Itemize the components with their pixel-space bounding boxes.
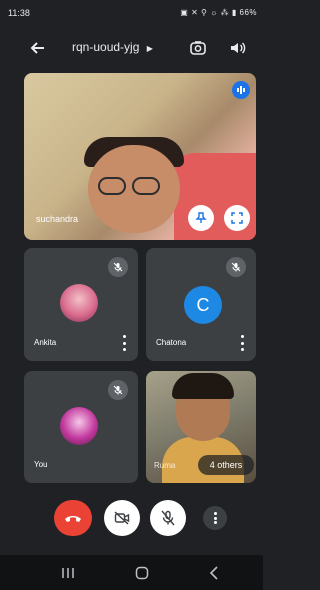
camera-off-icon [114, 511, 130, 525]
recent-apps-icon[interactable] [56, 563, 80, 583]
speaker-icon[interactable] [226, 36, 250, 60]
nav-back-icon[interactable] [202, 563, 226, 583]
pin-icon[interactable] [188, 205, 214, 231]
mic-toggle-button[interactable] [150, 500, 186, 536]
back-arrow-icon[interactable] [24, 36, 52, 60]
chevron-right-icon: ▶ [146, 44, 153, 53]
participant-tile-others[interactable]: Ruma 4 others [146, 371, 256, 483]
top-bar: rqn-uoud-yjg ▶ [0, 26, 263, 70]
fullscreen-icon[interactable] [224, 205, 250, 231]
mic-off-icon [226, 257, 246, 277]
more-vert-icon [213, 512, 217, 524]
status-time: 11:38 [8, 8, 30, 18]
participant-name: Ruma [154, 461, 176, 470]
home-icon[interactable] [130, 563, 154, 583]
more-options-button[interactable] [203, 506, 227, 530]
system-nav-bar [0, 555, 263, 590]
avatar [60, 284, 98, 322]
call-controls [0, 498, 263, 538]
participant-name: You [34, 460, 48, 469]
participant-name: Chatona [156, 338, 187, 347]
main-participant-name: suchandra [36, 214, 79, 224]
participant-tile-ankita[interactable]: Ankita [24, 248, 138, 361]
mic-off-icon [161, 510, 175, 526]
meeting-code: rqn-uoud-yjg [72, 40, 140, 54]
video-hair [172, 373, 234, 399]
status-bar: 11:38 ▣ ✕ ⚲ ☼ ⁂ ▮ 66% [0, 0, 263, 26]
meeting-code-title[interactable]: rqn-uoud-yjg ▶ [72, 40, 153, 54]
more-vert-icon[interactable] [120, 335, 128, 351]
avatar: C [184, 286, 222, 324]
mic-off-icon [108, 257, 128, 277]
participant-tile-you[interactable]: You [24, 371, 138, 483]
participant-tile-chatona[interactable]: C Chatona [146, 248, 256, 361]
audio-level-icon [232, 81, 250, 99]
avatar [60, 407, 98, 445]
status-icons: ▣ ✕ ⚲ ☼ ⁂ ▮ 66% [180, 8, 257, 17]
mic-off-icon [108, 380, 128, 400]
end-call-icon [65, 516, 81, 522]
video-glasses [98, 177, 168, 195]
others-count-chip[interactable]: 4 others [198, 455, 254, 475]
camera-toggle-button[interactable] [104, 500, 140, 536]
end-call-button[interactable] [54, 500, 92, 536]
participant-name: Ankita [34, 338, 57, 347]
switch-camera-icon[interactable] [186, 36, 210, 60]
main-video-tile[interactable]: suchandra [24, 73, 256, 240]
more-vert-icon[interactable] [238, 335, 246, 351]
